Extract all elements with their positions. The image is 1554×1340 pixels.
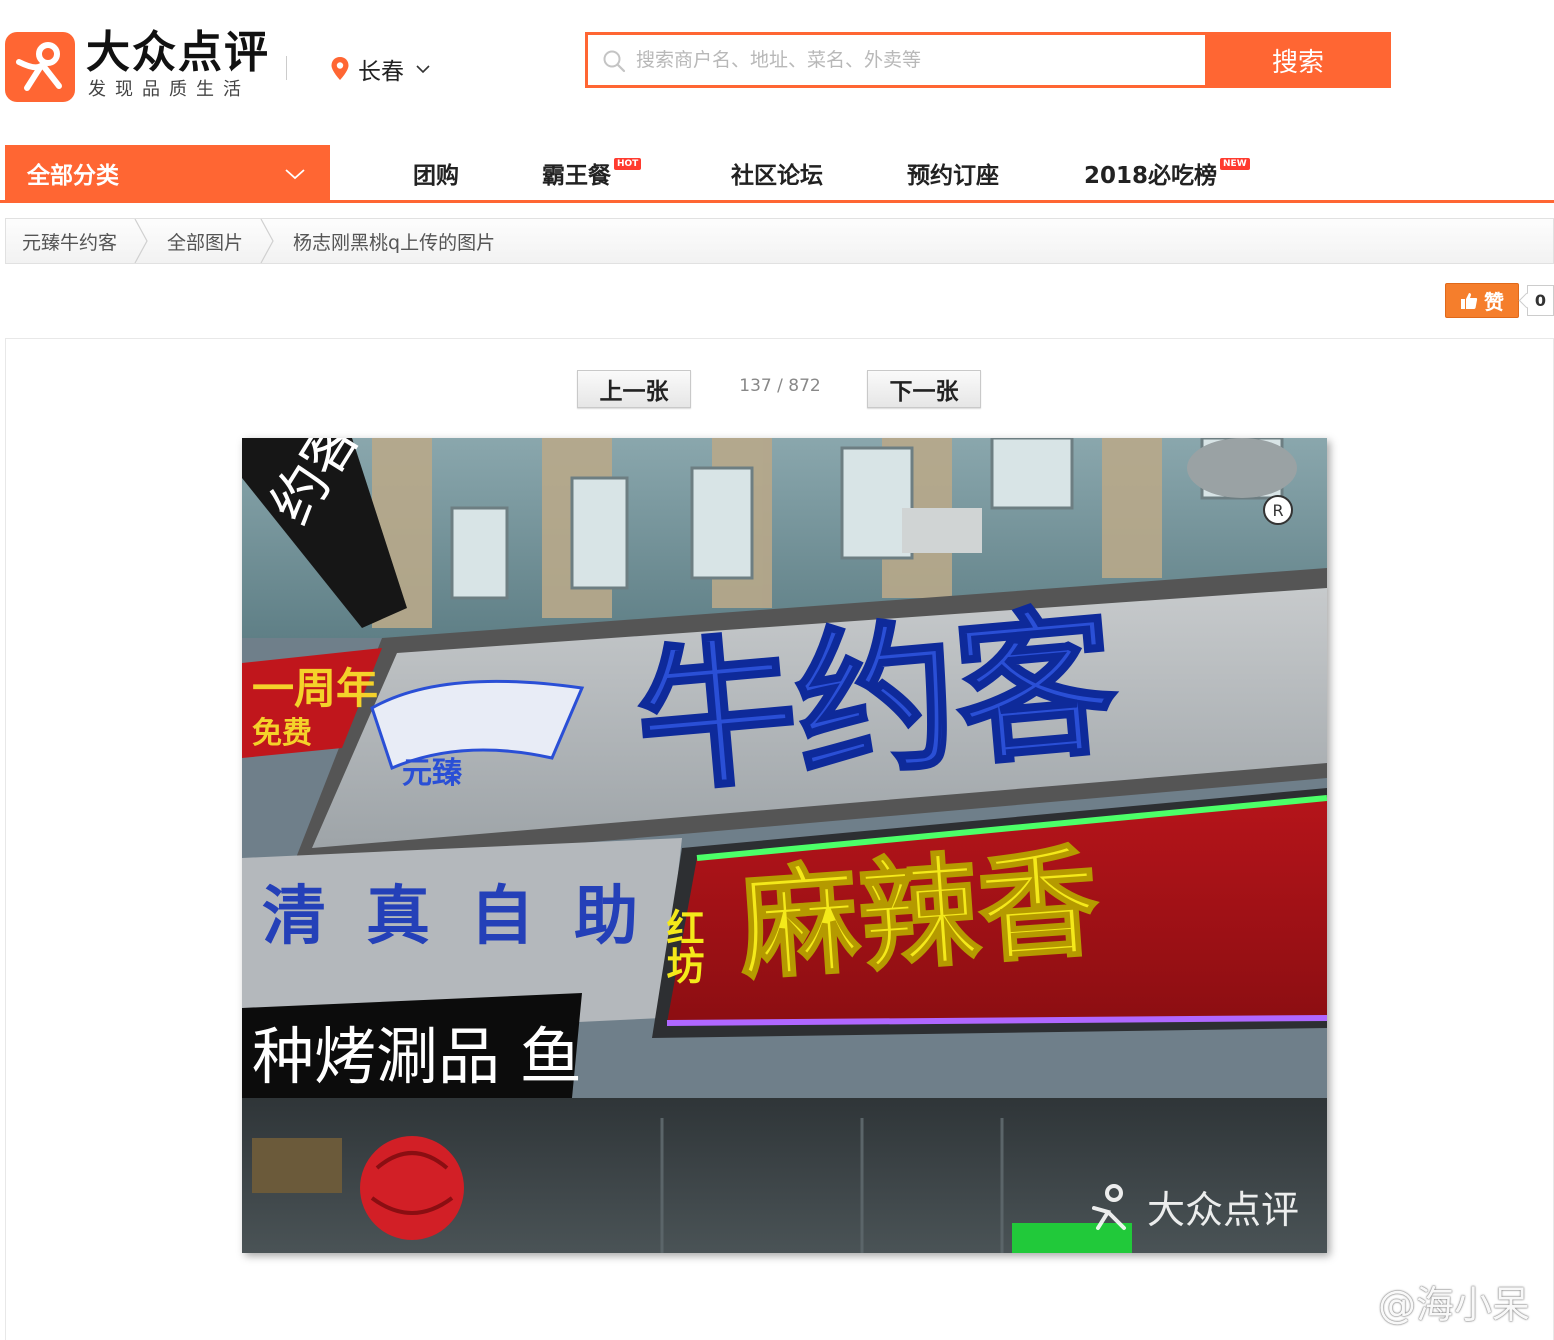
prev-photo-button[interactable]: 上一张 bbox=[577, 370, 691, 408]
thumbs-up-icon bbox=[1461, 292, 1478, 309]
nav-item-label: 霸王餐 bbox=[542, 162, 611, 189]
search-input[interactable] bbox=[636, 35, 1196, 85]
chevron-down-icon bbox=[416, 65, 430, 74]
red-sign-small-text: 红坊 bbox=[660, 908, 704, 984]
weibo-watermark-text: @海小呆 bbox=[1378, 1282, 1531, 1327]
breadcrumb-separator-icon bbox=[260, 219, 274, 263]
breadcrumb-separator-icon bbox=[134, 219, 148, 263]
hot-badge: HOT bbox=[614, 158, 642, 170]
breadcrumb-item-current: 杨志刚黑桃q上传的图片 bbox=[293, 231, 496, 254]
search-button[interactable]: 搜索 bbox=[1205, 32, 1391, 88]
nav-item-label: 团购 bbox=[413, 162, 459, 189]
search-box: 搜索 bbox=[585, 32, 1391, 88]
main-nav: 全部分类 团购 霸王餐 HOT 社区论坛 预约订座 2018必吃榜 NEW bbox=[0, 145, 1554, 203]
breadcrumb-item-all-photos[interactable]: 全部图片 bbox=[151, 219, 259, 263]
brand-name[interactable]: 大众点评 bbox=[86, 28, 270, 78]
nav-item-tuangou[interactable]: 团购 bbox=[413, 145, 459, 200]
red-sign-text: 麻辣香 bbox=[734, 831, 1103, 997]
small-logo-text: 元臻 bbox=[402, 756, 463, 791]
banner-sub-text: 免费 bbox=[252, 716, 312, 751]
nav-item-must-eat-2018[interactable]: 2018必吃榜 NEW bbox=[1084, 145, 1250, 200]
weibo-watermark: @海小呆 bbox=[1314, 1276, 1531, 1327]
like-button[interactable]: 赞 bbox=[1445, 283, 1519, 318]
nav-item-label: 预约订座 bbox=[907, 162, 999, 189]
search-icon bbox=[603, 50, 626, 73]
led-sign-text: 种烤涮品 鱼 bbox=[252, 1020, 582, 1093]
location-pin-icon bbox=[331, 57, 349, 80]
nav-item-label: 2018必吃榜 bbox=[1084, 162, 1218, 189]
brand-slogan: 发现品质生活 bbox=[88, 79, 250, 100]
header-divider bbox=[286, 56, 287, 80]
city-selector[interactable]: 长春 bbox=[330, 54, 430, 85]
logo-figure-icon bbox=[16, 42, 62, 91]
storefront-photo-image: R 约客自 牛约客 元臻 一周年 免费 清真自助 麻辣香 红坊 种烤涮品 鱼 大… bbox=[242, 438, 1327, 1253]
watermark-text: 大众点评 bbox=[1147, 1188, 1299, 1232]
weibo-icon bbox=[1316, 1282, 1369, 1323]
nav-item-bawangcan[interactable]: 霸王餐 HOT bbox=[542, 145, 642, 200]
nav-item-label: 社区论坛 bbox=[731, 162, 823, 189]
storefront-photo[interactable]: R 约客自 牛约客 元臻 一周年 免费 清真自助 麻辣香 红坊 种烤涮品 鱼 大… bbox=[242, 438, 1327, 1253]
breadcrumb-item-shop[interactable]: 元臻牛约客 bbox=[6, 219, 133, 263]
city-name: 长春 bbox=[358, 59, 404, 85]
blue-row-text: 清真自助 bbox=[262, 879, 678, 954]
breadcrumb: 元臻牛约客 全部图片 杨志刚黑桃q上传的图片 bbox=[5, 218, 1554, 264]
photo-counter: 137 / 872 bbox=[739, 376, 821, 396]
nav-item-reservation[interactable]: 预约订座 bbox=[907, 145, 999, 200]
like-label: 赞 bbox=[1484, 290, 1504, 314]
banner-text: 一周年 bbox=[252, 664, 378, 713]
header: 大众点评 发现品质生活 长春 搜索 bbox=[0, 0, 1554, 130]
all-categories-menu[interactable]: 全部分类 bbox=[5, 145, 330, 200]
all-categories-label: 全部分类 bbox=[27, 162, 119, 189]
next-photo-button[interactable]: 下一张 bbox=[867, 370, 981, 408]
new-badge: NEW bbox=[1220, 158, 1250, 170]
svg-text:R: R bbox=[1272, 501, 1283, 520]
chevron-down-icon bbox=[285, 169, 305, 180]
nav-item-forum[interactable]: 社区论坛 bbox=[731, 145, 823, 200]
dianping-logo-icon[interactable] bbox=[5, 32, 75, 102]
like-count: 0 bbox=[1527, 285, 1554, 316]
